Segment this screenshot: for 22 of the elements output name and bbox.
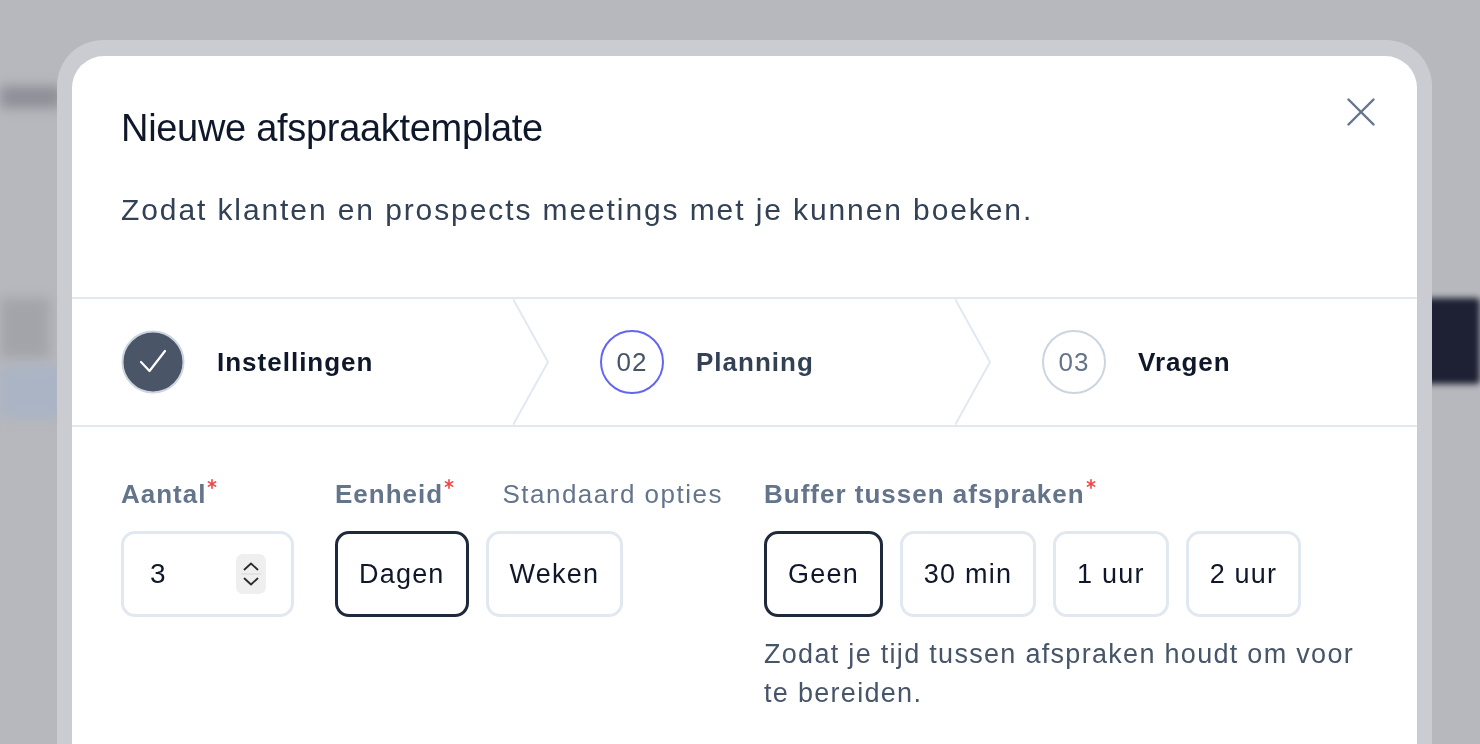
- number-field[interactable]: 3: [121, 531, 294, 617]
- field-label: Buffer tussen afspraken: [764, 478, 1085, 510]
- dialog-title: Nieuwe afspraaktemplate: [121, 106, 543, 151]
- field-hint: Standaard opties: [502, 478, 723, 510]
- spinner-icon[interactable]: [236, 554, 266, 594]
- help-text: Zodat je tijd tussen afspraken houdt om voor te bereiden.: [764, 638, 1355, 710]
- option-button[interactable]: 1 uur: [1053, 531, 1169, 617]
- step-number: 02: [600, 330, 664, 394]
- close-button[interactable]: [1347, 98, 1375, 126]
- option-button[interactable]: Weken: [485, 531, 624, 617]
- dialog-subtitle: Zodat klanten en prospects meetings met je kunnen boeken.: [121, 192, 1035, 228]
- option-button[interactable]: Geen: [764, 531, 883, 617]
- close-icon: [1347, 98, 1375, 126]
- option-button[interactable]: Dagen: [335, 531, 469, 617]
- option-button[interactable]: 2 uur: [1185, 531, 1302, 617]
- field-label: Aantal: [121, 478, 207, 510]
- wizard-step[interactable]: Instellingen: [72, 299, 513, 425]
- option-button[interactable]: 30 min: [899, 531, 1037, 617]
- wizard-step[interactable]: 03 Vragen: [991, 299, 1417, 425]
- wizard-step[interactable]: 02 Planning: [549, 299, 955, 425]
- field-label: Eenheid: [335, 478, 444, 510]
- step-number: 03: [1042, 330, 1106, 394]
